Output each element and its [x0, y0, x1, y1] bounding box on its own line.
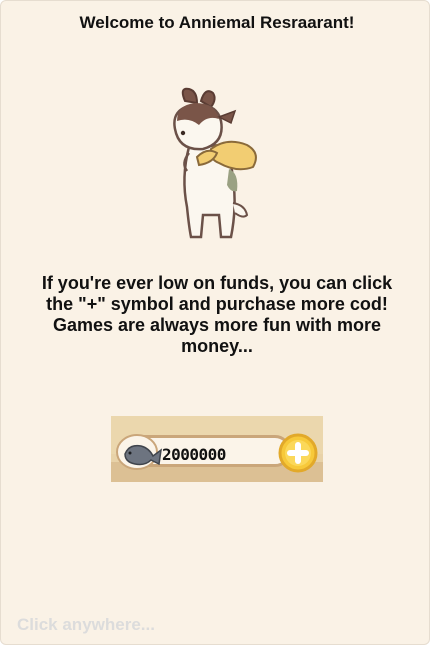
click-anywhere-hint: Click anywhere...	[17, 615, 155, 634]
currency-amount: 2000000	[162, 445, 226, 464]
cat-mascot-illustration	[173, 87, 257, 239]
fish-icon	[116, 434, 162, 470]
currency-counter: 2000000	[111, 416, 323, 482]
dialog-message: If you're ever low on funds, you can cli…	[41, 273, 393, 356]
dialog-title: Welcome to Anniemal Resraarant!	[79, 13, 355, 32]
tutorial-dialog[interactable]: Welcome to Anniemal Resraarant! If you'r…	[0, 0, 430, 645]
add-currency-button[interactable]	[276, 433, 320, 473]
